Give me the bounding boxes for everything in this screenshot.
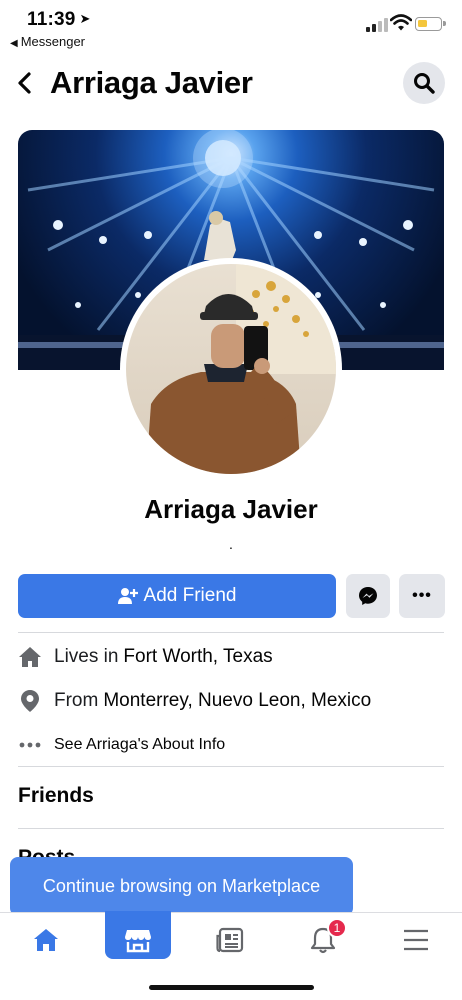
back-to-app-link[interactable]: ◀ Messenger	[10, 34, 85, 49]
menu-icon	[404, 929, 428, 951]
info-lives-in: Lives in Fort Worth, Texas	[18, 642, 444, 672]
notification-badge: 1	[327, 918, 347, 938]
battery-icon	[415, 17, 446, 31]
home-icon	[18, 645, 42, 669]
messenger-icon	[359, 587, 377, 605]
message-button[interactable]	[346, 574, 390, 618]
see-about-info-link[interactable]: See Arriaga's About Info	[18, 730, 444, 760]
profile-name: Arriaga Javier	[144, 494, 318, 524]
info-from: From Monterrey, Nuevo Leon, Mexico	[18, 686, 444, 716]
profile-avatar[interactable]	[126, 264, 336, 474]
profile-header: Arriaga Javier	[0, 56, 462, 116]
add-friend-icon	[117, 588, 138, 604]
tab-home[interactable]	[16, 917, 76, 963]
search-icon	[414, 73, 435, 94]
chevron-left-icon	[18, 72, 31, 94]
status-time: 11:39 ➤	[27, 9, 91, 30]
divider	[18, 828, 444, 829]
more-options-button[interactable]: •••	[399, 574, 445, 618]
person-selfie-graphic	[146, 264, 336, 474]
location-arrow-icon: ➤	[79, 11, 91, 26]
location-pin-icon	[18, 689, 42, 713]
back-button[interactable]	[12, 66, 38, 100]
tab-menu[interactable]	[386, 917, 446, 963]
cellular-signal-icon	[366, 18, 388, 32]
marketplace-toast[interactable]: Continue browsing on Marketplace	[10, 857, 353, 916]
wifi-icon	[390, 14, 412, 31]
lives-in-place-link[interactable]: Fort Worth, Texas	[123, 646, 272, 668]
friends-section-title[interactable]: Friends	[18, 784, 94, 808]
page-title: Arriaga Javier	[50, 65, 253, 100]
ellipsis-icon	[18, 733, 42, 757]
divider	[18, 632, 444, 633]
divider	[18, 766, 444, 767]
home-icon	[34, 929, 58, 951]
marketplace-icon	[125, 930, 151, 953]
back-triangle-icon: ◀	[10, 38, 18, 49]
profile-subtitle: .	[229, 536, 233, 552]
tab-news[interactable]	[200, 917, 260, 963]
home-indicator	[149, 985, 314, 990]
more-dots-icon: •••	[412, 587, 432, 604]
tab-marketplace[interactable]	[108, 917, 168, 963]
from-place-link[interactable]: Monterrey, Nuevo Leon, Mexico	[103, 690, 371, 712]
add-friend-label: Add Friend	[143, 585, 237, 606]
status-bar: 11:39 ➤ ◀ Messenger	[0, 0, 462, 56]
news-icon	[216, 927, 244, 953]
search-button[interactable]	[403, 62, 445, 104]
add-friend-button[interactable]: Add Friend	[18, 574, 336, 618]
